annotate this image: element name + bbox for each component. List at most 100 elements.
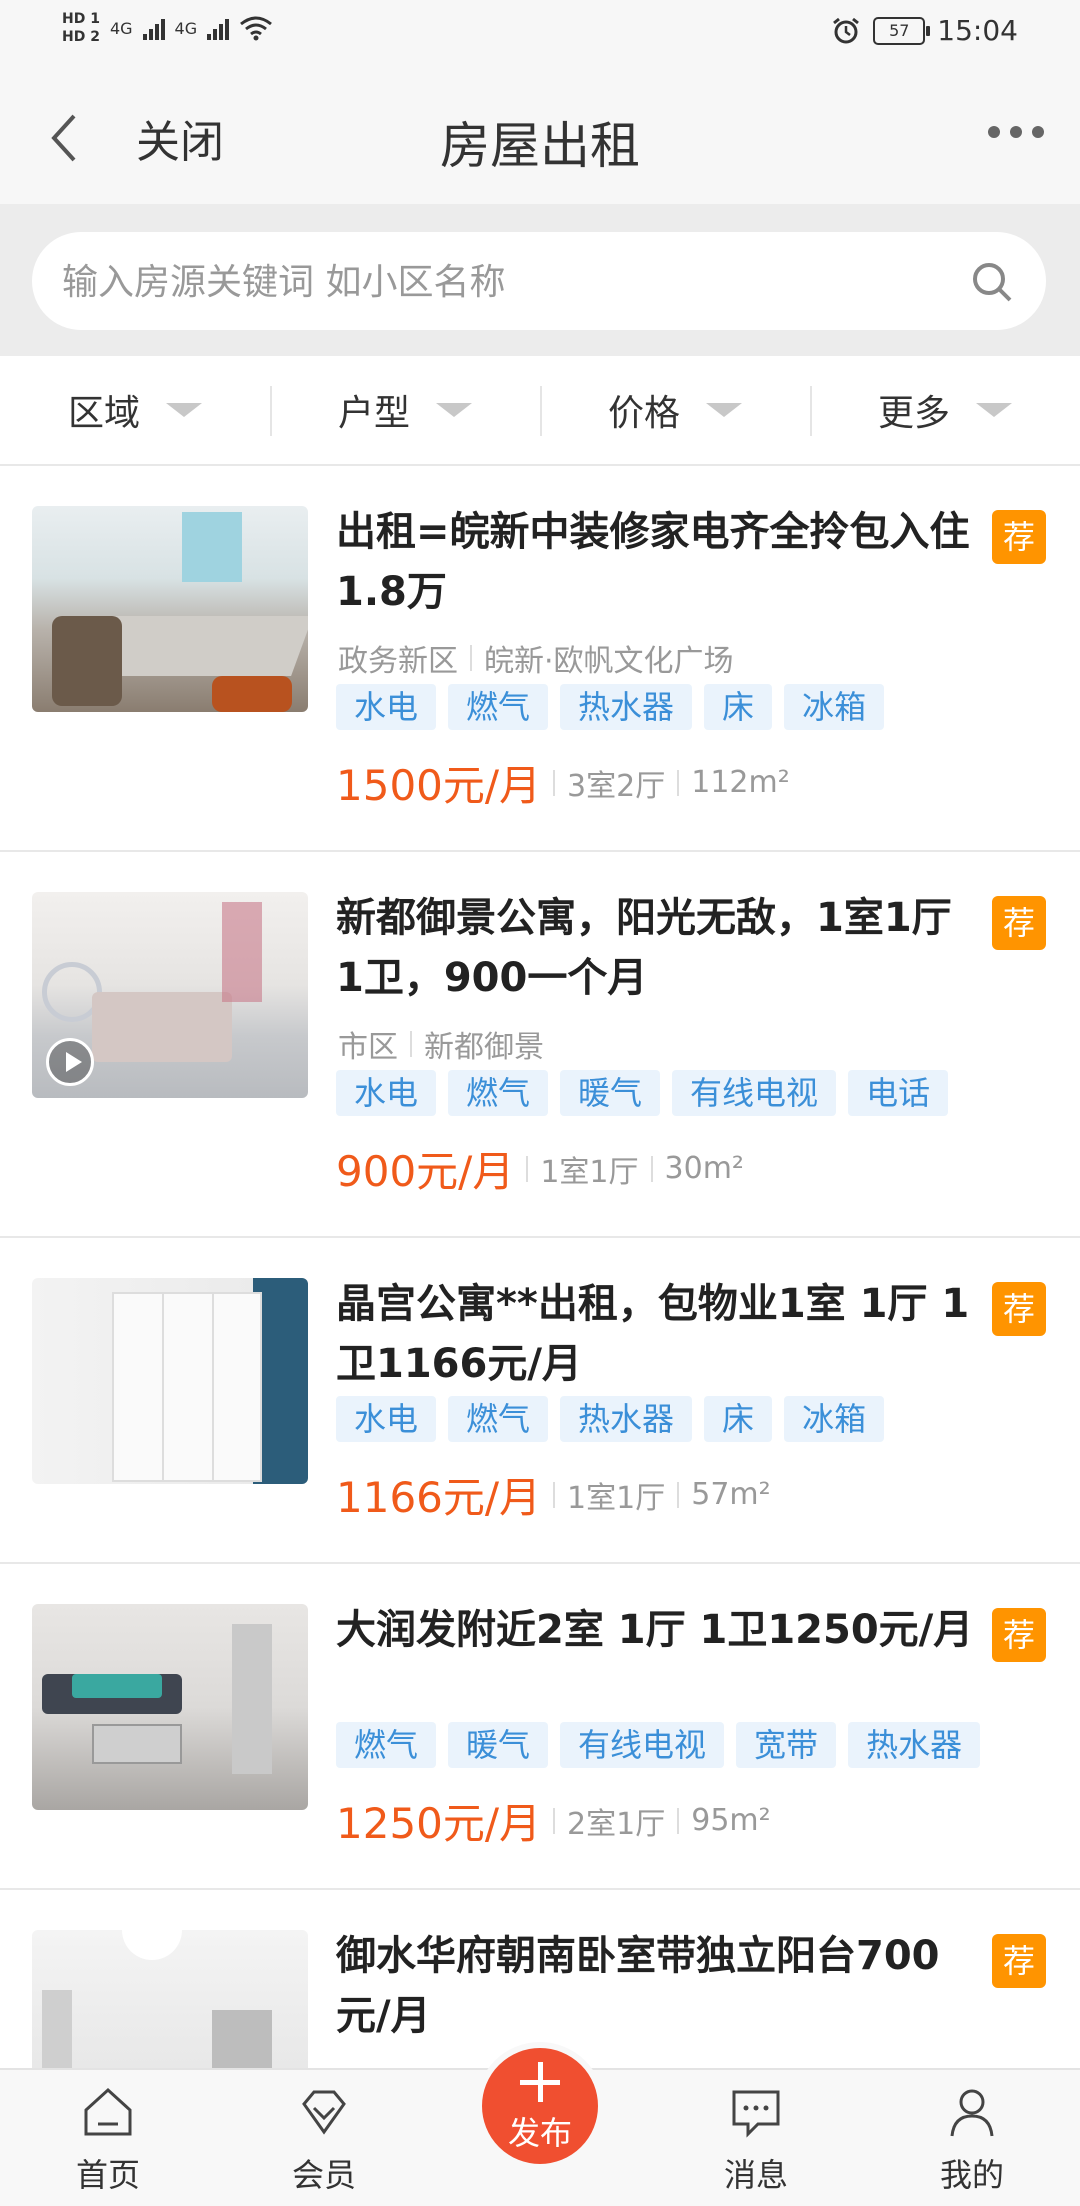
listing-title: 大润发附近2室 1厅 1卫1250元/月 [336, 1607, 974, 1653]
search-box[interactable] [32, 232, 1046, 332]
floor-area: 57m² [691, 1477, 771, 1512]
search-icon[interactable] [968, 258, 1016, 306]
filter-more[interactable]: 更多 [810, 356, 1080, 464]
title-bar: 关闭 房屋出租 [0, 70, 1080, 204]
network-type-2: 4G [174, 18, 198, 38]
district: 政务新区 [338, 644, 458, 679]
price: 1500元/月 [336, 761, 542, 810]
bottom-nav: 首页 会员 发布 消息 我的 [0, 2042, 1080, 2206]
hd2-label: HD 2 [62, 29, 100, 45]
message-icon [732, 2090, 780, 2138]
room-specs: 1室1厅 30m² [514, 1147, 744, 1191]
room-layout: 1室1厅 [567, 1480, 666, 1516]
filter-layout[interactable]: 户型 [270, 356, 540, 464]
nav-mine[interactable]: 我的 [902, 2070, 1042, 2206]
hd-indicator: HD 1 HD 2 [62, 10, 100, 46]
status-bar: HD 1 HD 2 4G 4G 57 15:04 [0, 0, 1080, 70]
amenity-tag: 热水器 [560, 1396, 693, 1442]
publish-button[interactable]: 发布 [476, 2042, 604, 2206]
hd1-label: HD 1 [62, 11, 100, 27]
floor-area: 95m² [691, 1803, 771, 1838]
listing-photo [32, 506, 308, 712]
wifi-icon [240, 16, 273, 41]
amenity-tag: 水电 [336, 1070, 437, 1116]
listing-item[interactable]: 晶宫公寓**出租，包物业1室 1厅 1卫1166元/月 荐 水电 燃气 热水器 … [0, 1238, 1080, 1564]
amenity-tag: 燃气 [336, 1722, 437, 1768]
price-row: 1250元/月 2室1厅 95m² [336, 1790, 771, 1851]
nav-member-label: 会员 [291, 2156, 356, 2194]
amenity-tag: 宽带 [736, 1722, 837, 1768]
community: 皖新·欧帆文化广场 [484, 644, 734, 679]
room-layout: 3室2厅 [567, 768, 666, 804]
filter-region[interactable]: 区域 [0, 356, 270, 464]
amenity-tag: 水电 [336, 684, 437, 730]
nav-messages-label: 消息 [723, 2156, 788, 2194]
plus-icon [520, 2062, 560, 2102]
listing-title: 新都御景公寓，阳光无敌，1室1厅 1卫，900一个月 [336, 895, 952, 1001]
network-type-1: 4G [109, 18, 133, 38]
amenity-tag: 暖气 [560, 1070, 661, 1116]
community: 新都御景 [424, 1030, 544, 1065]
listing-title: 晶宫公寓**出租，包物业1室 1厅 1卫1166元/月 [336, 1281, 970, 1387]
price-row: 1166元/月 1室1厅 57m² [336, 1464, 771, 1525]
nav-mine-label: 我的 [939, 2156, 1004, 2194]
price-row: 900元/月 1室1厅 30m² [336, 1138, 744, 1199]
network-indicators: HD 1 HD 2 4G 4G [62, 10, 273, 46]
amenity-tag: 燃气 [448, 1070, 549, 1116]
listing-item[interactable]: 出租=皖新中装修家电齐全拎包入住1.8万 荐 政务新区 皖新·欧帆文化广场 水电… [0, 466, 1080, 852]
search-area [0, 204, 1080, 356]
room-specs: 2室1厅 95m² [541, 1799, 771, 1843]
play-video-icon[interactable] [46, 1038, 94, 1086]
search-input[interactable] [60, 232, 964, 332]
caret-down-icon [436, 403, 472, 417]
amenity-tag: 床 [704, 1396, 773, 1442]
listing-location: 政务新区 皖新·欧帆文化广场 [338, 636, 734, 680]
listing-list: 出租=皖新中装修家电齐全拎包入住1.8万 荐 政务新区 皖新·欧帆文化广场 水电… [0, 466, 1080, 2136]
amenity-tag: 冰箱 [784, 1396, 885, 1442]
amenity-tag: 有线电视 [560, 1722, 725, 1768]
filter-bar: 区域 户型 价格 更多 [0, 356, 1080, 466]
listing-item[interactable]: 大润发附近2室 1厅 1卫1250元/月 荐 燃气 暖气 有线电视 宽带 热水器… [0, 1564, 1080, 1890]
caret-down-icon [976, 403, 1012, 417]
amenity-tag: 有线电视 [672, 1070, 837, 1116]
nav-home[interactable]: 首页 [38, 2070, 178, 2206]
recommended-badge: 荐 [992, 1282, 1046, 1336]
nav-messages[interactable]: 消息 [686, 2070, 826, 2206]
system-indicators: 57 15:04 [831, 14, 1018, 47]
listing-title: 御水华府朝南卧室带独立阳台700元/月 [336, 1933, 940, 2039]
price: 1166元/月 [336, 1473, 542, 1522]
filter-price[interactable]: 价格 [540, 356, 810, 464]
signal-icon [207, 16, 230, 40]
room-specs: 3室2厅 112m² [541, 761, 790, 805]
price: 1250元/月 [336, 1799, 542, 1848]
page-title: 房屋出租 [440, 117, 640, 175]
listing-title: 出租=皖新中装修家电齐全拎包入住1.8万 [336, 509, 970, 615]
nav-home-label: 首页 [75, 2156, 140, 2194]
home-icon [84, 2087, 132, 2136]
amenity-tag: 水电 [336, 1396, 437, 1442]
amenity-tag: 冰箱 [784, 684, 885, 730]
room-layout: 1室1厅 [540, 1154, 639, 1190]
clock: 15:04 [937, 14, 1018, 47]
filter-label: 价格 [607, 393, 680, 434]
listing-photo [32, 1278, 308, 1484]
amenity-tag: 热水器 [848, 1722, 981, 1768]
listing-photo [32, 892, 308, 1098]
amenity-tags: 水电 燃气 热水器 床 冰箱 [336, 1396, 885, 1442]
room-specs: 1室1厅 57m² [541, 1473, 771, 1517]
district: 市区 [338, 1030, 398, 1065]
filter-label: 更多 [877, 393, 950, 434]
amenity-tag: 燃气 [448, 684, 549, 730]
recommended-badge: 荐 [992, 1608, 1046, 1662]
recommended-badge: 荐 [992, 896, 1046, 950]
signal-icon [142, 16, 165, 40]
price: 900元/月 [336, 1147, 515, 1196]
caret-down-icon [166, 403, 202, 417]
listing-item[interactable]: 新都御景公寓，阳光无敌，1室1厅 1卫，900一个月 荐 市区 新都御景 水电 … [0, 852, 1080, 1238]
nav-member[interactable]: 会员 [254, 2070, 394, 2206]
listing-photo [32, 1604, 308, 1810]
listing-location: 市区 新都御景 [338, 1022, 544, 1066]
amenity-tag: 暖气 [448, 1722, 549, 1768]
more-options-icon[interactable] [988, 126, 1044, 138]
publish-label: 发布 [507, 2114, 572, 2152]
